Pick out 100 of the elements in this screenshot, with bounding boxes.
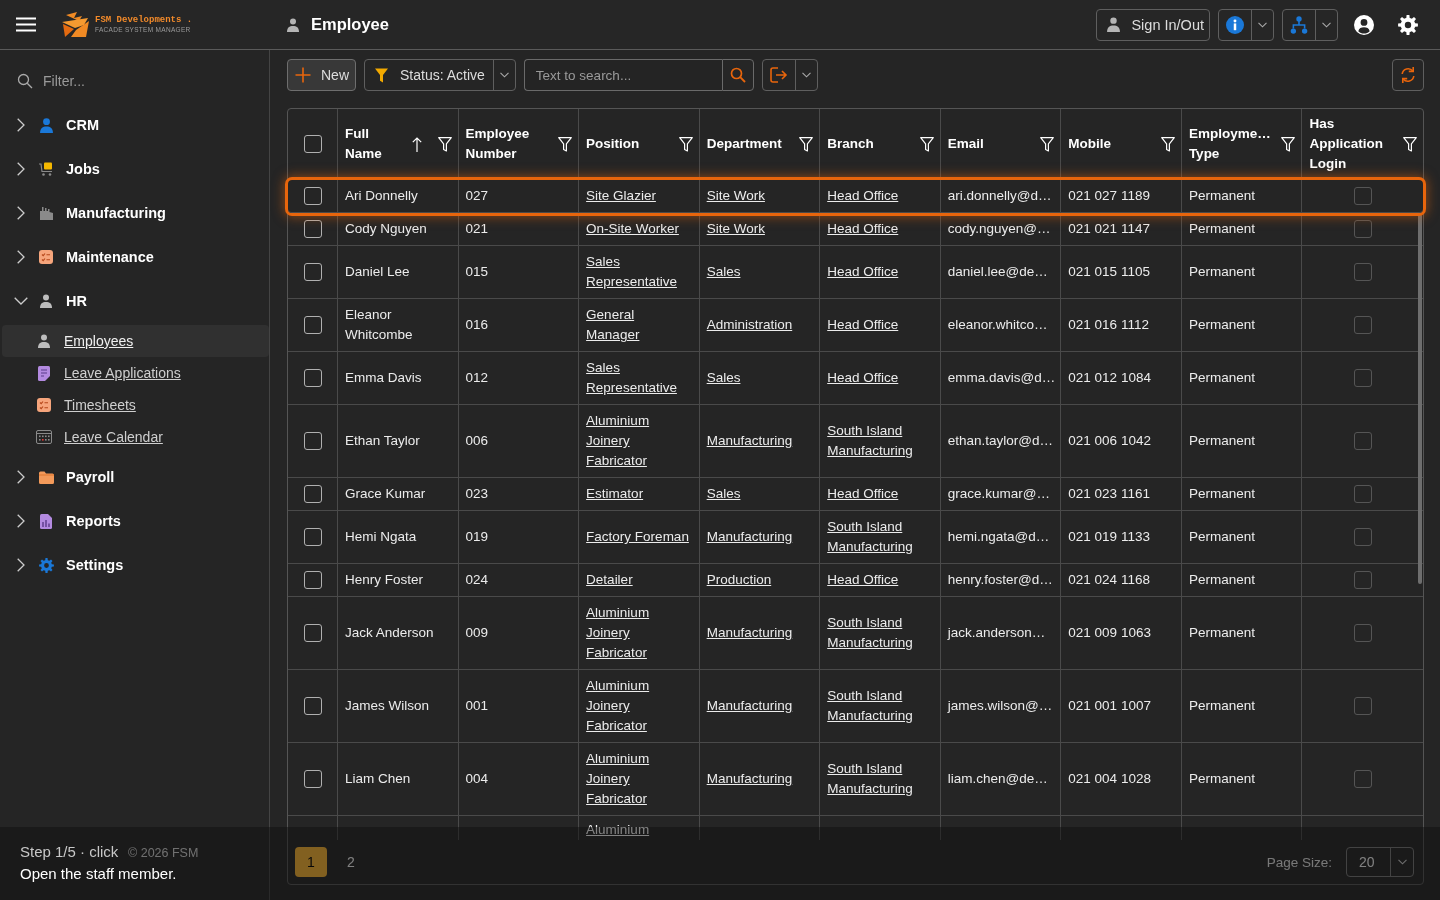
chevron-right-icon[interactable] [17,470,25,484]
column-header[interactable]: Branch [820,109,941,179]
nav-item[interactable]: Timesheets [2,389,269,421]
position-link[interactable]: Aluminium Joinery Fabricator [586,603,691,663]
department-link[interactable]: Sales [706,484,741,504]
table-row[interactable]: Ari Donnelly 027 Site Glazier Site Work Head Office ari.donnelly@d… 021 027 1189 Permanent [288,180,1423,213]
column-header[interactable]: Mobile [1061,109,1182,179]
search-field[interactable]: Text to search... [523,59,722,91]
chevron-right-icon[interactable] [17,558,25,572]
filter-icon[interactable] [1160,136,1175,152]
position-link[interactable]: Estimator [586,484,644,504]
position-link[interactable]: Aluminium Joinery Fabricator [586,749,691,809]
chevron-right-icon[interactable] [17,118,25,132]
nav-item[interactable]: Maintenance [38,249,154,265]
row-checkbox[interactable] [303,187,322,205]
nav-item[interactable]: Leave Calendar [2,421,269,453]
filter-icon[interactable] [678,136,693,152]
scrollbar-thumb[interactable] [1418,214,1422,584]
branch-link[interactable]: South Island Manufacturing [827,759,932,799]
row-checkbox[interactable] [303,263,322,281]
department-link[interactable]: Site Work [706,186,765,206]
department-link[interactable]: Production [706,570,772,590]
branch-link[interactable]: Head Office [827,368,899,388]
row-checkbox[interactable] [303,220,322,238]
department-link[interactable]: Manufacturing [706,696,793,716]
nav-item[interactable]: Manufacturing [38,205,166,221]
branch-link[interactable]: South Island Manufacturing [827,421,932,461]
row-checkbox[interactable] [303,432,322,450]
chevron-down-icon[interactable] [14,297,28,305]
row-checkbox[interactable] [303,624,322,642]
position-link[interactable]: Factory Foreman [586,527,689,547]
filter-icon[interactable] [1281,136,1296,152]
column-header[interactable]: Email [940,109,1062,179]
table-row[interactable]: James Wilson 001 Aluminium Joinery Fabricator Manufacturing South Island Manufacturing james.wilson@… 021 001 1007 Permanent [288,670,1423,743]
refresh-button[interactable] [1392,59,1424,91]
table-row[interactable]: Jack Anderson 009 Aluminium Joinery Fabricator Manufacturing South Island Manufacturing jack.anderson… 021 009 1063 Permanent [288,597,1423,670]
row-checkbox[interactable] [303,369,322,387]
filter-icon[interactable] [919,136,934,152]
department-link[interactable]: Manufacturing [706,431,793,451]
nav-item[interactable]: Payroll [38,469,115,485]
position-link[interactable]: Aluminium [586,820,650,840]
column-header[interactable]: Full Name [338,109,459,179]
position-link[interactable]: General Manager [586,305,691,345]
chevron-right-icon[interactable] [17,162,25,176]
department-link[interactable]: Manufacturing [706,527,793,547]
new-button[interactable]: New [287,59,356,91]
branch-link[interactable]: South Island Manufacturing [827,517,932,557]
position-link[interactable]: On-Site Worker [586,219,679,239]
table-row[interactable]: Grace Kumar 023 Estimator Sales Head Office grace.kumar@… 021 023 1161 Permanent [288,478,1423,511]
chevron-right-icon[interactable] [17,206,25,220]
branch-link[interactable]: Head Office [827,315,899,335]
page-size-select[interactable]: 20 [1346,847,1414,877]
branch-link[interactable]: South Island Manufacturing [827,613,932,653]
branch-link[interactable]: Head Office [827,219,899,239]
branch-link[interactable]: Head Office [827,570,899,590]
position-link[interactable]: Aluminium Joinery Fabricator [586,411,691,471]
department-link[interactable]: Sales [706,262,741,282]
department-link[interactable]: Sales [706,368,741,388]
department-link[interactable]: Site Work [706,219,765,239]
account-button[interactable] [1354,14,1374,35]
row-checkbox[interactable] [303,528,322,546]
select-all-checkbox[interactable] [303,135,322,153]
department-link[interactable]: Administration [706,315,793,335]
row-checkbox[interactable] [303,571,322,589]
branch-link[interactable]: Head Office [827,186,899,206]
column-header[interactable]: Employme… Type [1181,109,1303,179]
row-checkbox[interactable] [303,770,322,788]
filter-icon[interactable] [799,136,814,152]
nav-item[interactable]: Leave Applications [2,357,269,389]
nav-item[interactable]: Employees [2,325,269,357]
position-link[interactable]: Detailer [586,570,633,590]
sort-up-icon[interactable] [411,136,422,152]
filter-field[interactable]: Filter... [43,73,257,89]
position-link[interactable]: Aluminium Joinery Fabricator [586,676,691,736]
page-button[interactable]: 2 [335,847,367,877]
nav-item[interactable]: Jobs [38,161,100,177]
search-button[interactable] [721,59,754,91]
row-checkbox[interactable] [303,697,322,715]
department-link[interactable]: Manufacturing [706,769,793,789]
column-header[interactable]: Employee Number [458,109,580,179]
nav-item[interactable]: Reports [38,513,121,529]
column-header[interactable]: Department [699,109,821,179]
branch-link[interactable]: Head Office [827,484,899,504]
chevron-right-icon[interactable] [17,514,25,528]
position-link[interactable]: Sales Representative [586,252,691,292]
nav-item[interactable]: HR [38,293,87,309]
department-link[interactable]: Manufacturing [706,623,793,643]
branch-link[interactable]: South Island Manufacturing [827,686,932,726]
table-row[interactable]: Henry Foster 024 Detailer Production Head Office henry.foster@d… 021 024 1168 Permanent [288,564,1423,597]
branch-link[interactable]: Head Office [827,262,899,282]
settings-button[interactable] [1398,14,1418,35]
position-link[interactable]: Site Glazier [586,186,656,206]
filter-icon[interactable] [558,136,573,152]
filter-icon[interactable] [1403,136,1417,152]
row-checkbox[interactable] [303,485,322,503]
column-header[interactable]: Position [579,109,700,179]
chevron-right-icon[interactable] [17,250,25,264]
sign-in-out-button[interactable]: Sign In/Out [1096,8,1210,41]
row-checkbox[interactable] [303,316,322,334]
column-header[interactable]: Has Application Login [1302,109,1423,179]
